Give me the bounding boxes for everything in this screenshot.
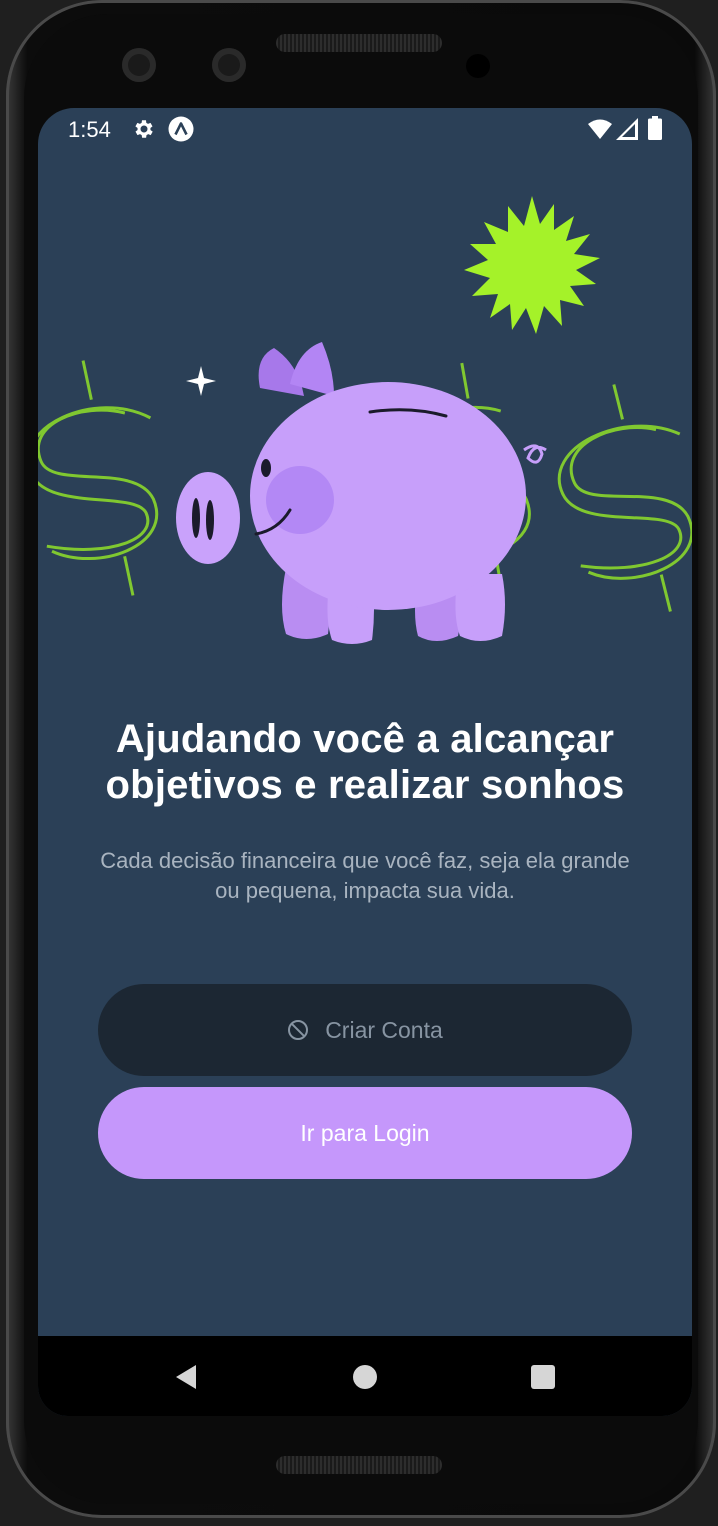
proximity-sensor bbox=[466, 54, 490, 78]
bottom-speaker bbox=[276, 1456, 442, 1474]
go-to-login-button[interactable]: Ir para Login bbox=[98, 1087, 632, 1179]
starburst-icon bbox=[464, 196, 600, 334]
sparkle-icon bbox=[186, 366, 216, 396]
block-icon bbox=[288, 1020, 309, 1040]
recents-icon[interactable] bbox=[531, 1365, 555, 1389]
home-icon[interactable] bbox=[353, 1365, 377, 1389]
back-icon[interactable] bbox=[174, 1364, 198, 1390]
app-screen: 1:54 Ajudando você a alcançar objetivos … bbox=[38, 108, 692, 1416]
cell-signal-icon bbox=[616, 118, 638, 140]
wifi-icon bbox=[588, 119, 612, 139]
page-title: Ajudando você a alcançar objetivos e rea… bbox=[105, 717, 625, 807]
piggy-bank-icon bbox=[176, 342, 547, 644]
go-to-login-label: Ir para Login bbox=[300, 1119, 430, 1146]
gear-icon bbox=[135, 120, 153, 138]
system-navigation-bar bbox=[38, 1336, 692, 1416]
page-subtitle: Cada decisão financeira que você faz, se… bbox=[100, 848, 630, 903]
app-a-icon bbox=[168, 116, 194, 142]
front-camera bbox=[122, 48, 156, 82]
front-camera-secondary bbox=[212, 48, 246, 82]
create-account-button[interactable]: Criar Conta bbox=[98, 984, 632, 1076]
status-time: 1:54 bbox=[68, 117, 111, 142]
earpiece-speaker bbox=[276, 34, 442, 52]
status-bar: 1:54 bbox=[38, 108, 692, 152]
battery-icon bbox=[648, 116, 662, 140]
piggy-bank-illustration bbox=[38, 196, 692, 644]
create-account-label: Criar Conta bbox=[325, 1016, 443, 1043]
